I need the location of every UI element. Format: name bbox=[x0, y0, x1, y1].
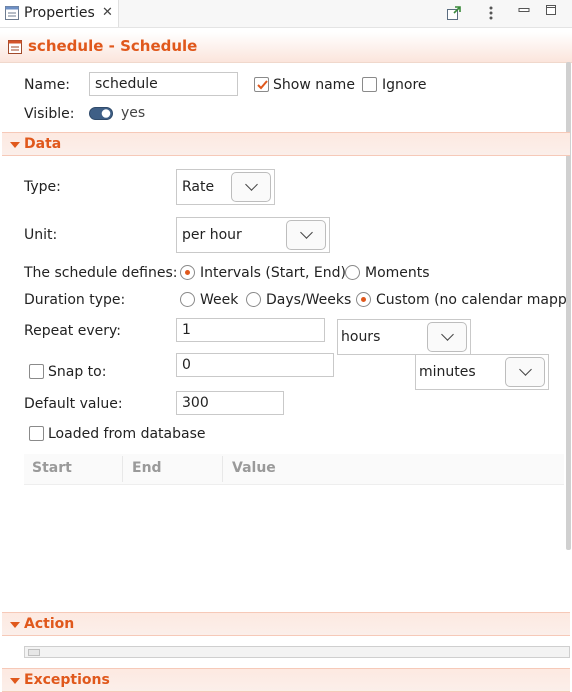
properties-icon bbox=[5, 6, 19, 20]
tab-title: Properties bbox=[24, 5, 95, 21]
chevron-down-icon bbox=[245, 178, 258, 191]
default-value-label: Default value: bbox=[24, 396, 123, 412]
column-divider bbox=[122, 456, 123, 482]
default-value-input[interactable]: 300 bbox=[176, 391, 284, 415]
horizontal-scrollbar-thumb[interactable] bbox=[28, 649, 40, 656]
loaded-from-database-label: Loaded from database bbox=[48, 426, 206, 442]
duration-custom-label: Custom (no calendar mappin bbox=[376, 292, 566, 308]
repeat-unit-select[interactable]: hours bbox=[337, 319, 471, 355]
data-section-header[interactable] bbox=[2, 132, 570, 156]
collapse-icon bbox=[10, 622, 20, 628]
duration-week-radio[interactable] bbox=[180, 292, 195, 307]
ignore-checkbox[interactable] bbox=[362, 77, 377, 92]
unit-dropdown-button[interactable] bbox=[286, 220, 326, 250]
chevron-down-icon bbox=[441, 328, 454, 341]
repeat-unit-value: hours bbox=[341, 329, 381, 345]
action-section-header[interactable] bbox=[2, 612, 570, 636]
checkmark-icon bbox=[257, 80, 268, 90]
repeat-input[interactable]: 1 bbox=[176, 318, 325, 342]
repeat-unit-dropdown-button[interactable] bbox=[427, 322, 467, 352]
snap-to-input[interactable]: 0 bbox=[176, 353, 334, 377]
defines-intervals-label: Intervals (Start, End) bbox=[200, 265, 346, 281]
type-select[interactable]: Rate bbox=[176, 169, 275, 205]
duration-week-label: Week bbox=[200, 292, 239, 308]
data-section-label: Data bbox=[24, 136, 62, 152]
duration-days-weeks-radio[interactable] bbox=[246, 292, 261, 307]
name-label: Name: bbox=[24, 77, 71, 93]
close-tab-icon[interactable]: ✕ bbox=[102, 5, 113, 20]
defines-intervals-radio[interactable] bbox=[180, 265, 195, 280]
maximize-icon[interactable] bbox=[545, 4, 557, 16]
repeat-label: Repeat every: bbox=[24, 323, 121, 339]
unit-value: per hour bbox=[182, 227, 242, 243]
snap-to-label: Snap to: bbox=[48, 364, 107, 380]
snap-unit-select[interactable]: minutes bbox=[415, 354, 549, 390]
column-header-value[interactable]: Value bbox=[232, 460, 276, 476]
column-header-end[interactable]: End bbox=[132, 460, 162, 476]
page-title: schedule - Schedule bbox=[28, 37, 198, 55]
visible-value: yes bbox=[121, 105, 146, 121]
minimize-icon[interactable] bbox=[518, 4, 530, 16]
table-header bbox=[24, 454, 564, 485]
collapse-icon bbox=[10, 678, 20, 684]
type-value: Rate bbox=[182, 179, 215, 195]
loaded-from-database-checkbox[interactable] bbox=[29, 426, 44, 441]
properties-tab[interactable]: Properties ✕ bbox=[0, 0, 119, 27]
pin-editor-icon[interactable] bbox=[446, 5, 462, 21]
ignore-label: Ignore bbox=[382, 77, 427, 93]
type-dropdown-button[interactable] bbox=[231, 172, 271, 202]
visible-toggle[interactable] bbox=[89, 107, 113, 120]
defines-moments-label: Moments bbox=[365, 265, 430, 281]
show-name-label: Show name bbox=[273, 77, 355, 93]
action-code-field[interactable] bbox=[24, 646, 570, 658]
snap-to-checkbox[interactable] bbox=[29, 364, 44, 379]
column-divider bbox=[222, 456, 223, 482]
type-label: Type: bbox=[24, 179, 61, 195]
snap-unit-value: minutes bbox=[419, 364, 476, 380]
chevron-down-icon bbox=[300, 226, 313, 239]
name-input[interactable]: schedule bbox=[89, 72, 238, 96]
table-body[interactable] bbox=[24, 485, 564, 605]
view-menu-icon[interactable] bbox=[488, 5, 494, 21]
collapse-icon bbox=[10, 142, 20, 148]
unit-select[interactable]: per hour bbox=[176, 217, 330, 253]
duration-label: Duration type: bbox=[24, 292, 126, 308]
unit-label: Unit: bbox=[24, 227, 58, 243]
column-header-start[interactable]: Start bbox=[32, 460, 72, 476]
defines-label: The schedule defines: bbox=[24, 265, 178, 281]
show-name-checkbox[interactable] bbox=[254, 77, 269, 92]
exceptions-section-label: Exceptions bbox=[24, 672, 110, 688]
chevron-down-icon bbox=[519, 363, 532, 376]
duration-custom-radio[interactable] bbox=[356, 292, 371, 307]
action-section-label: Action bbox=[24, 616, 75, 632]
duration-days-weeks-label: Days/Weeks bbox=[266, 292, 352, 308]
snap-unit-dropdown-button[interactable] bbox=[505, 357, 545, 387]
schedule-icon bbox=[8, 40, 22, 54]
duration-custom-clip: Custom (no calendar mappin bbox=[376, 292, 566, 308]
defines-moments-radio[interactable] bbox=[345, 265, 360, 280]
visible-label: Visible: bbox=[24, 106, 75, 122]
